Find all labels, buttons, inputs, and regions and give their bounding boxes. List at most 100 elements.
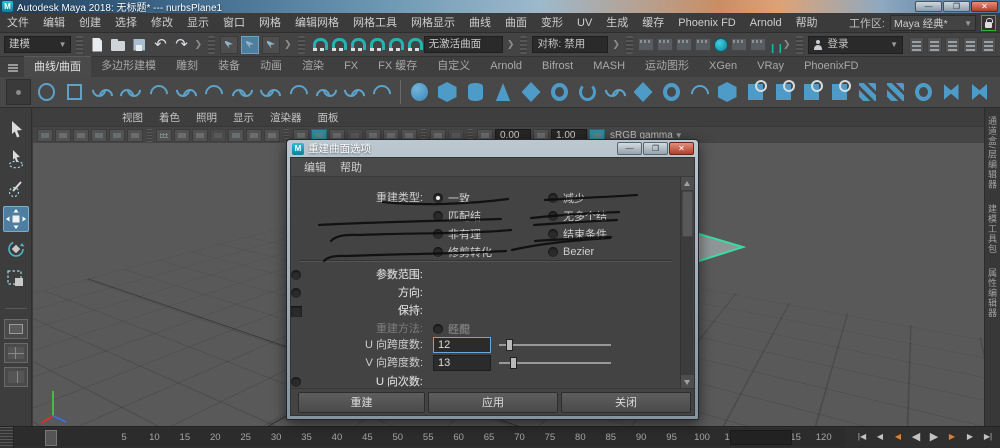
planar-icon[interactable] (631, 79, 656, 105)
shelf-tab[interactable]: 动画 (250, 56, 292, 77)
scroll-up-icon[interactable] (681, 177, 694, 190)
bevel-plus-icon[interactable] (799, 79, 824, 105)
nurbs-square-icon[interactable] (62, 79, 87, 105)
cv-curve-tool-icon[interactable] (90, 79, 115, 105)
square-surface-icon[interactable] (743, 79, 768, 105)
birail-icon[interactable] (687, 79, 712, 105)
bezier-curve-tool-icon[interactable] (146, 79, 171, 105)
undo-icon[interactable]: ↶ (151, 36, 169, 54)
shelf-tab[interactable]: Arnold (480, 56, 532, 77)
layout-two-pane-button[interactable] (3, 367, 28, 387)
shelf-tab[interactable]: 渲染 (292, 56, 334, 77)
dialog-titlebar[interactable]: M 重建曲面选项 — ❐ ✕ (290, 140, 695, 157)
menu-item[interactable]: 生成 (599, 13, 635, 33)
v-spans-input[interactable]: 13 (433, 355, 491, 371)
shelf-tab[interactable]: Bifrost (532, 56, 583, 77)
offset-curve-icon[interactable] (342, 79, 367, 105)
slider-handle[interactable] (506, 339, 513, 351)
shelf-item-highlight-icon[interactable] (5, 79, 31, 105)
step-back-frame-icon[interactable]: ◀ (872, 429, 888, 445)
menu-item[interactable]: 缓存 (635, 13, 671, 33)
loft-icon[interactable] (603, 79, 628, 105)
menu-item[interactable]: 曲面 (498, 13, 534, 33)
shelf-tab[interactable]: VRay (747, 56, 794, 77)
extrude-icon[interactable] (659, 79, 684, 105)
timeline-tick[interactable]: 70 (506, 432, 532, 443)
field-chart-icon[interactable] (228, 128, 244, 142)
dialog-menu-item[interactable]: 帮助 (335, 159, 367, 175)
minimize-button[interactable]: — (915, 1, 942, 12)
rebuild-button[interactable]: 重建 (298, 392, 425, 413)
layout-four-pane-button[interactable] (3, 343, 28, 363)
scrollbar-thumb[interactable] (682, 191, 693, 237)
step-forward-key-icon[interactable]: ▶ (944, 429, 960, 445)
render-sequence-icon[interactable] (694, 38, 711, 51)
channel-box-toggle-icon[interactable] (945, 36, 960, 53)
timeline-tick[interactable]: 40 (324, 432, 350, 443)
menu-item[interactable]: 选择 (108, 13, 144, 33)
apply-button[interactable]: 应用 (428, 392, 558, 413)
timeline-tick[interactable]: 100 (689, 432, 715, 443)
panel-menu-item[interactable]: 显示 (226, 110, 261, 125)
film-gate-icon[interactable] (174, 128, 190, 142)
current-time-field[interactable] (730, 430, 792, 445)
grid-toggle-icon[interactable] (156, 128, 172, 142)
nurbs-cube-icon[interactable] (435, 79, 460, 105)
gate-mask-icon[interactable] (210, 128, 226, 142)
shelf-tab[interactable]: PhoenixFD (794, 56, 868, 77)
radio-option[interactable]: 匹配结 (433, 207, 492, 225)
dialog-minimize-button[interactable]: — (617, 142, 642, 155)
resolution-gate-icon[interactable] (192, 128, 208, 142)
menu-set-dropdown[interactable]: 建模 ▼ (4, 36, 72, 53)
shelf-tab[interactable]: FX 缓存 (368, 56, 427, 77)
pencil-curve-tool-icon[interactable] (174, 79, 199, 105)
panel-menu-item[interactable]: 视图 (115, 110, 150, 125)
menu-item[interactable]: UV (570, 13, 599, 33)
nurbs-cylinder-icon[interactable] (463, 79, 488, 105)
save-scene-icon[interactable] (130, 36, 148, 54)
safe-title-icon[interactable] (264, 128, 280, 142)
menu-item[interactable]: 编辑 (36, 13, 72, 33)
lasso-tool-icon[interactable] (3, 146, 29, 172)
timeline-tick[interactable]: 20 (202, 432, 228, 443)
active-surface-field[interactable]: 无激活曲面 (423, 36, 503, 53)
select-component-icon[interactable] (262, 35, 281, 54)
timeline-tick[interactable]: 95 (659, 432, 685, 443)
group-expand-icon[interactable]: ❯ (611, 39, 621, 50)
snap-to-view-plane-icon[interactable] (386, 36, 404, 53)
go-to-end-icon[interactable]: ▶| (980, 429, 996, 445)
login-dropdown[interactable]: 登录 ▼ (808, 35, 903, 54)
image-plane-icon[interactable] (91, 128, 107, 142)
render-settings-icon[interactable] (637, 38, 654, 51)
redo-icon[interactable]: ↷ (172, 36, 190, 54)
project-curve-on-surface-icon[interactable] (827, 79, 852, 105)
shelf-tab[interactable]: XGen (699, 56, 747, 77)
nurbs-circle-icon[interactable] (34, 79, 59, 105)
group-expand-icon[interactable]: ❯ (283, 39, 293, 50)
close-button[interactable]: ✕ (971, 1, 998, 12)
untrim-surfaces-icon[interactable] (911, 79, 936, 105)
make-live-icon[interactable] (405, 36, 423, 53)
sidebar-tab[interactable]: 建模工具包 (986, 204, 999, 254)
menu-item[interactable]: Phoenix FD (671, 13, 742, 33)
current-frame-marker[interactable] (45, 430, 57, 446)
bookmark-icon[interactable] (73, 128, 89, 142)
shelf-tab[interactable]: FX (334, 56, 368, 77)
close-dialog-button[interactable]: 关闭 (561, 392, 691, 413)
detach-curves-icon[interactable] (258, 79, 283, 105)
select-object-icon[interactable] (241, 35, 260, 54)
boundary-icon[interactable] (715, 79, 740, 105)
attach-curves-icon[interactable] (230, 79, 255, 105)
timeline-tick[interactable]: 120 (811, 432, 837, 443)
insert-knot-icon[interactable] (286, 79, 311, 105)
group-expand-icon[interactable]: ❯ (506, 39, 516, 50)
camera-attributes-icon[interactable] (55, 128, 71, 142)
play-forwards-icon[interactable]: ▶ (926, 429, 942, 445)
maximize-button[interactable]: ❐ (943, 1, 970, 12)
open-scene-icon[interactable] (109, 36, 127, 54)
modeling-toolkit-toggle-icon[interactable] (909, 36, 924, 53)
dialog-scrollbar[interactable] (680, 177, 694, 388)
attribute-editor-toggle-icon[interactable] (963, 36, 978, 53)
lock-workspace-icon[interactable] (981, 15, 996, 31)
new-scene-icon[interactable] (88, 36, 106, 54)
